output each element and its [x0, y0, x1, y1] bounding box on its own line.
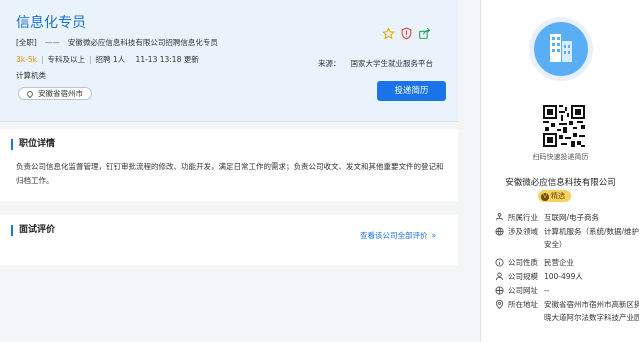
updated-time: 11-13 13:18 更新 [135, 55, 199, 64]
hiring-count: 招聘 1人 [95, 55, 126, 64]
job-description-section: 职位详情 负责公司信息化监督管理，钉钉审批流程的修改、功能开发，满足日常工作的需… [0, 129, 458, 201]
location-tag: 安徽省宿州市 [18, 87, 92, 100]
company-info-address: 所在地址 安徽省宿州市宿州市高新区拂晓大道阿尔法数字科技产业园 [495, 298, 639, 324]
company-info-field: 涉及领域 计算机服务（系统/数据/维护/安全） [495, 225, 639, 251]
apply-button[interactable]: 投递简历 [377, 81, 446, 101]
job-type-tag: [全职] [16, 38, 37, 47]
interview-review-section: 面试评价 查看该公司全部评价» [0, 215, 458, 265]
review-heading: 面试评价 [11, 225, 55, 236]
salary: 3k-5k [16, 55, 37, 64]
star-icon[interactable] [381, 27, 396, 40]
view-all-reviews-link[interactable]: 查看该公司全部评价» [360, 230, 436, 241]
job-source: 来源： 国家大学生就业服务平台 [318, 58, 433, 69]
education: 专科及以上 [47, 55, 85, 64]
job-header: 信息化专员 [全职] —— 安徽微必应信息科技有限公司招聘信息化专员 3k-5k | 专… [0, 0, 458, 122]
company-name[interactable]: 安徽微必应信息科技有限公司 [481, 176, 639, 188]
web-icon [495, 286, 504, 295]
qr-caption: 扫码快速投递简历 [532, 153, 589, 161]
job-actions [381, 27, 431, 40]
company-info-industry: 所属行业 互联网/电子商务 [495, 211, 639, 224]
location-icon [495, 300, 504, 309]
people-icon [495, 272, 504, 281]
location-pin-icon [25, 89, 35, 99]
job-category: 计算机类 [16, 71, 46, 80]
shield-icon[interactable] [400, 27, 413, 40]
job-headline-row: [全职] —— 安徽微必应信息科技有限公司招聘信息化专员 [16, 37, 218, 48]
info-icon [495, 258, 504, 267]
job-headline: 安徽微必应信息科技有限公司招聘信息化专员 [67, 38, 218, 47]
share-icon[interactable] [418, 27, 431, 40]
globe-icon [495, 227, 504, 236]
job-title: 信息化专员 [16, 15, 86, 31]
source-value: 国家大学生就业服务平台 [350, 59, 434, 68]
qr-code [543, 105, 585, 147]
company-info-size: 公司规模 100-499人 [495, 270, 639, 283]
company-logo [528, 16, 594, 82]
org-icon [496, 213, 503, 221]
dash-separator: —— [44, 38, 60, 47]
chevron-right-icon: » [431, 231, 437, 240]
location-text: 安徽省宿州市 [38, 89, 83, 98]
review-link-text[interactable]: 查看该公司全部评价 [360, 231, 428, 240]
company-sidebar: 扫码快速投递简历 安徽微必应信息科技有限公司 V 精选 所属行业 互联网/电子商务 … [480, 0, 639, 342]
company-info-website: 公司网址 -- [495, 284, 639, 297]
company-info-nature: 公司性质 民营企业 [495, 256, 639, 269]
source-label: 来源： [318, 59, 341, 68]
featured-badge: V 精选 [538, 190, 571, 202]
verified-icon: V [541, 193, 549, 201]
job-meta-row: 3k-5k | 专科及以上 | 招聘 1人 11-13 13:18 更新 [16, 55, 199, 64]
description-text: 负责公司信息化监督管理，钉钉审批流程的修改、功能开发，满足日常工作的需求；负责公… [16, 162, 444, 185]
description-heading: 职位详情 [11, 139, 55, 150]
badge-label: 精选 [551, 192, 565, 200]
